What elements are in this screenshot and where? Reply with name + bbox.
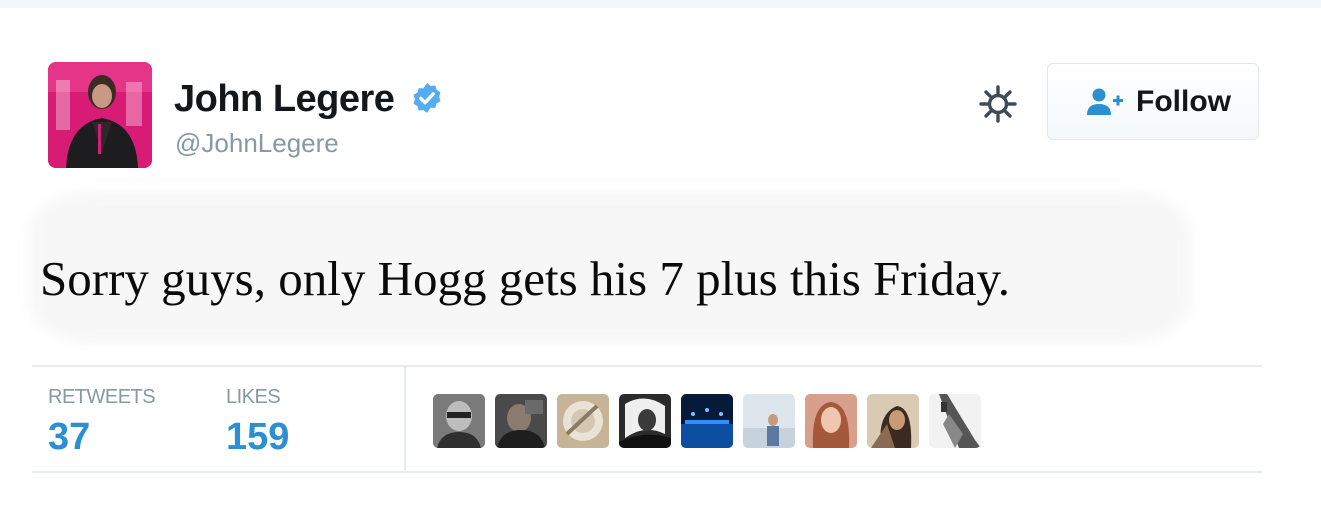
likes-count[interactable]: 159 — [226, 416, 289, 459]
liker-avatar-7[interactable] — [805, 394, 857, 448]
stats-divider-top — [32, 365, 1262, 367]
liker-avatar-9[interactable] — [929, 394, 981, 448]
follow-button[interactable]: Follow — [1047, 63, 1259, 140]
stats-vertical-divider — [404, 367, 406, 471]
profile-avatar[interactable] — [48, 62, 152, 168]
tweet-text: Sorry guys, only Hogg gets his 7 plus th… — [40, 251, 1011, 306]
liker-avatar-6[interactable] — [743, 394, 795, 448]
user-handle[interactable]: @JohnLegere — [175, 128, 339, 159]
retweets-count[interactable]: 37 — [48, 416, 90, 459]
tweet-card: John Legere @JohnLegere Follow Sorry guy… — [0, 8, 1321, 510]
verified-badge-icon — [413, 83, 441, 113]
follow-button-label: Follow — [1136, 85, 1231, 118]
display-name[interactable]: John Legere — [174, 78, 395, 121]
add-user-icon — [1087, 88, 1123, 115]
liker-avatar-5[interactable] — [681, 394, 733, 448]
gear-icon[interactable] — [978, 84, 1018, 124]
likes-label[interactable]: LIKES — [226, 386, 281, 409]
liker-avatar-1[interactable] — [433, 394, 485, 448]
liker-avatar-2[interactable] — [495, 394, 547, 448]
avatar-image — [48, 62, 152, 168]
liker-avatar-4[interactable] — [619, 394, 671, 448]
liker-avatar-3[interactable] — [557, 394, 609, 448]
stats-divider-bottom — [32, 471, 1262, 473]
liker-avatar-8[interactable] — [867, 394, 919, 448]
retweets-label[interactable]: RETWEETS — [48, 386, 156, 409]
